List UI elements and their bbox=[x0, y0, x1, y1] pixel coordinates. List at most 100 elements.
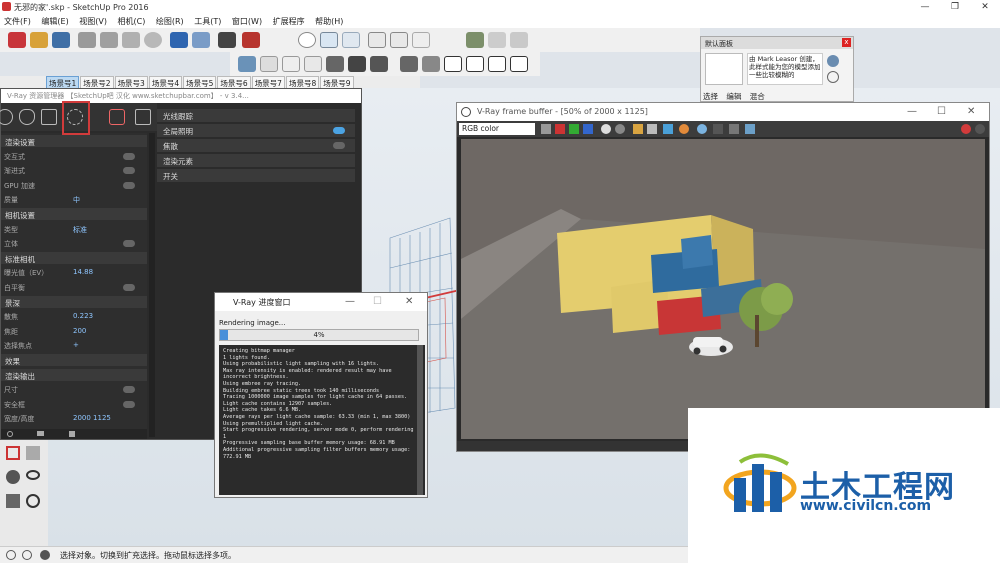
paste-icon[interactable] bbox=[122, 32, 140, 48]
render-button-icon[interactable] bbox=[975, 124, 985, 134]
save-icon[interactable] bbox=[52, 32, 70, 48]
toggle-switch[interactable] bbox=[123, 284, 135, 291]
geo-location-icon[interactable] bbox=[466, 32, 484, 48]
settings-section[interactable]: 效果 bbox=[1, 354, 147, 366]
corrections-icon[interactable] bbox=[745, 124, 755, 134]
settings-section[interactable]: 标准相机 bbox=[1, 251, 147, 264]
settings-row[interactable]: 交互式 bbox=[1, 150, 147, 162]
progress-close-button[interactable]: ✕ bbox=[405, 296, 413, 307]
menu-view[interactable]: 视图(V) bbox=[75, 14, 111, 29]
menu-tools[interactable]: 工具(T) bbox=[190, 14, 225, 29]
settings-row[interactable]: 宽度/高度 2000 1125 bbox=[1, 412, 147, 424]
credits-icon[interactable] bbox=[22, 550, 32, 560]
panel-splitter[interactable] bbox=[149, 133, 155, 437]
menu-edit[interactable]: 编辑(E) bbox=[37, 14, 72, 29]
tab-mix[interactable]: 混合 bbox=[750, 92, 765, 101]
red-channel-icon[interactable] bbox=[555, 124, 565, 134]
render-region-icon[interactable] bbox=[679, 124, 689, 134]
zoom-extents-icon[interactable] bbox=[6, 446, 20, 460]
lights-icon[interactable] bbox=[19, 109, 35, 125]
menu-draw[interactable]: 绘图(R) bbox=[152, 14, 188, 29]
settings-rollout[interactable]: 渲染元素 bbox=[157, 154, 355, 167]
walk-icon[interactable] bbox=[6, 494, 20, 508]
monochrome-icon[interactable] bbox=[370, 56, 388, 72]
save-image-icon[interactable] bbox=[633, 124, 643, 134]
log-scrollbar[interactable] bbox=[417, 345, 423, 495]
vray-frame-buffer-icon[interactable] bbox=[368, 32, 386, 48]
vray-teapot-icon[interactable] bbox=[320, 32, 338, 48]
right-view-icon[interactable] bbox=[466, 56, 484, 72]
save-icon[interactable] bbox=[69, 431, 75, 437]
link-icon[interactable] bbox=[697, 124, 707, 134]
vray-render-icon[interactable] bbox=[298, 32, 316, 48]
menu-camera[interactable]: 相机(C) bbox=[114, 14, 150, 29]
fb-maximize-button[interactable]: ☐ bbox=[937, 106, 946, 117]
shaded-textures-icon[interactable] bbox=[348, 56, 366, 72]
toggle-switch[interactable] bbox=[123, 181, 135, 189]
blue-channel-icon[interactable] bbox=[583, 124, 593, 134]
channel-icon[interactable] bbox=[541, 124, 551, 134]
settings-section[interactable]: 相机设置 bbox=[1, 208, 147, 220]
vray-asset-editor-icon[interactable] bbox=[390, 32, 408, 48]
style-thumbnail[interactable] bbox=[705, 53, 743, 85]
settings-rollout[interactable]: 全局照明 bbox=[157, 124, 355, 137]
fb-close-button[interactable]: ✕ bbox=[967, 106, 975, 117]
toggle-switch[interactable] bbox=[333, 127, 345, 134]
back-view-icon[interactable] bbox=[488, 56, 506, 72]
progress-maximize-button[interactable]: ☐ bbox=[373, 296, 382, 307]
frame-buffer-icon[interactable] bbox=[135, 109, 151, 125]
green-channel-icon[interactable] bbox=[569, 124, 579, 134]
row-value[interactable]: 2000 1125 bbox=[73, 414, 111, 422]
tab-select[interactable]: 选择 bbox=[703, 92, 718, 101]
settings-rollout[interactable]: 光线跟踪 bbox=[157, 109, 355, 122]
toggle-switch[interactable] bbox=[123, 240, 135, 248]
settings-row[interactable]: 焦距 200 bbox=[1, 325, 147, 337]
render-teapot-icon[interactable] bbox=[109, 109, 125, 125]
look-around-icon[interactable] bbox=[26, 470, 40, 480]
toggle-switch[interactable] bbox=[123, 400, 135, 408]
xray-icon[interactable] bbox=[238, 56, 256, 72]
hidden-line-icon[interactable] bbox=[304, 56, 322, 72]
row-value[interactable]: 中 bbox=[73, 195, 80, 205]
shaded-icon[interactable] bbox=[326, 56, 344, 72]
warehouse-icon[interactable] bbox=[488, 32, 506, 48]
settings-row[interactable]: 质量 中 bbox=[1, 193, 147, 205]
menu-help[interactable]: 帮助(H) bbox=[311, 14, 347, 29]
row-value[interactable]: 200 bbox=[73, 327, 86, 335]
lens-effects-icon[interactable] bbox=[729, 124, 739, 134]
tab-edit[interactable]: 编辑 bbox=[726, 92, 741, 101]
toggle-switch[interactable] bbox=[123, 167, 135, 175]
materials-icon[interactable] bbox=[0, 109, 13, 125]
row-value[interactable]: + bbox=[73, 341, 79, 349]
settings-section[interactable]: 景深 bbox=[1, 295, 147, 308]
tray-close-button[interactable]: x bbox=[842, 38, 851, 47]
vray-batch-icon[interactable] bbox=[412, 32, 430, 48]
wireframe-icon[interactable] bbox=[282, 56, 300, 72]
history-icon[interactable] bbox=[713, 124, 723, 134]
progress-minimize-button[interactable]: — bbox=[345, 296, 355, 307]
maximize-button[interactable]: ❐ bbox=[940, 0, 970, 14]
zoom-window-icon[interactable] bbox=[26, 446, 40, 460]
row-value[interactable]: 标准 bbox=[73, 225, 87, 235]
alpha-icon[interactable] bbox=[601, 124, 611, 134]
model-info-icon[interactable] bbox=[242, 32, 260, 48]
copy-icon[interactable] bbox=[100, 32, 118, 48]
front-view-icon[interactable] bbox=[444, 56, 462, 72]
row-value[interactable]: 0.223 bbox=[73, 312, 93, 320]
new-model-icon[interactable] bbox=[8, 32, 26, 48]
row-value[interactable]: 14.88 bbox=[73, 268, 93, 276]
settings-section[interactable]: 渲染设置 bbox=[1, 135, 147, 147]
settings-rollout[interactable]: 开关 bbox=[157, 169, 355, 182]
position-camera-icon[interactable] bbox=[6, 470, 20, 484]
extension-icon[interactable] bbox=[510, 32, 528, 48]
settings-row[interactable]: 尺寸 bbox=[1, 383, 147, 395]
toggle-switch[interactable] bbox=[123, 386, 135, 394]
settings-row[interactable]: 类型 标准 bbox=[1, 223, 147, 235]
settings-row[interactable]: 安全框 bbox=[1, 398, 147, 410]
channel-select[interactable]: RGB color bbox=[459, 123, 535, 135]
settings-row[interactable]: 立体 bbox=[1, 237, 147, 249]
settings-row[interactable]: GPU 加速 bbox=[1, 179, 147, 191]
settings-row[interactable]: 曝光值（EV） 14.88 bbox=[1, 266, 147, 278]
toggle-switch[interactable] bbox=[123, 152, 135, 160]
section-plane-icon[interactable] bbox=[26, 494, 40, 508]
